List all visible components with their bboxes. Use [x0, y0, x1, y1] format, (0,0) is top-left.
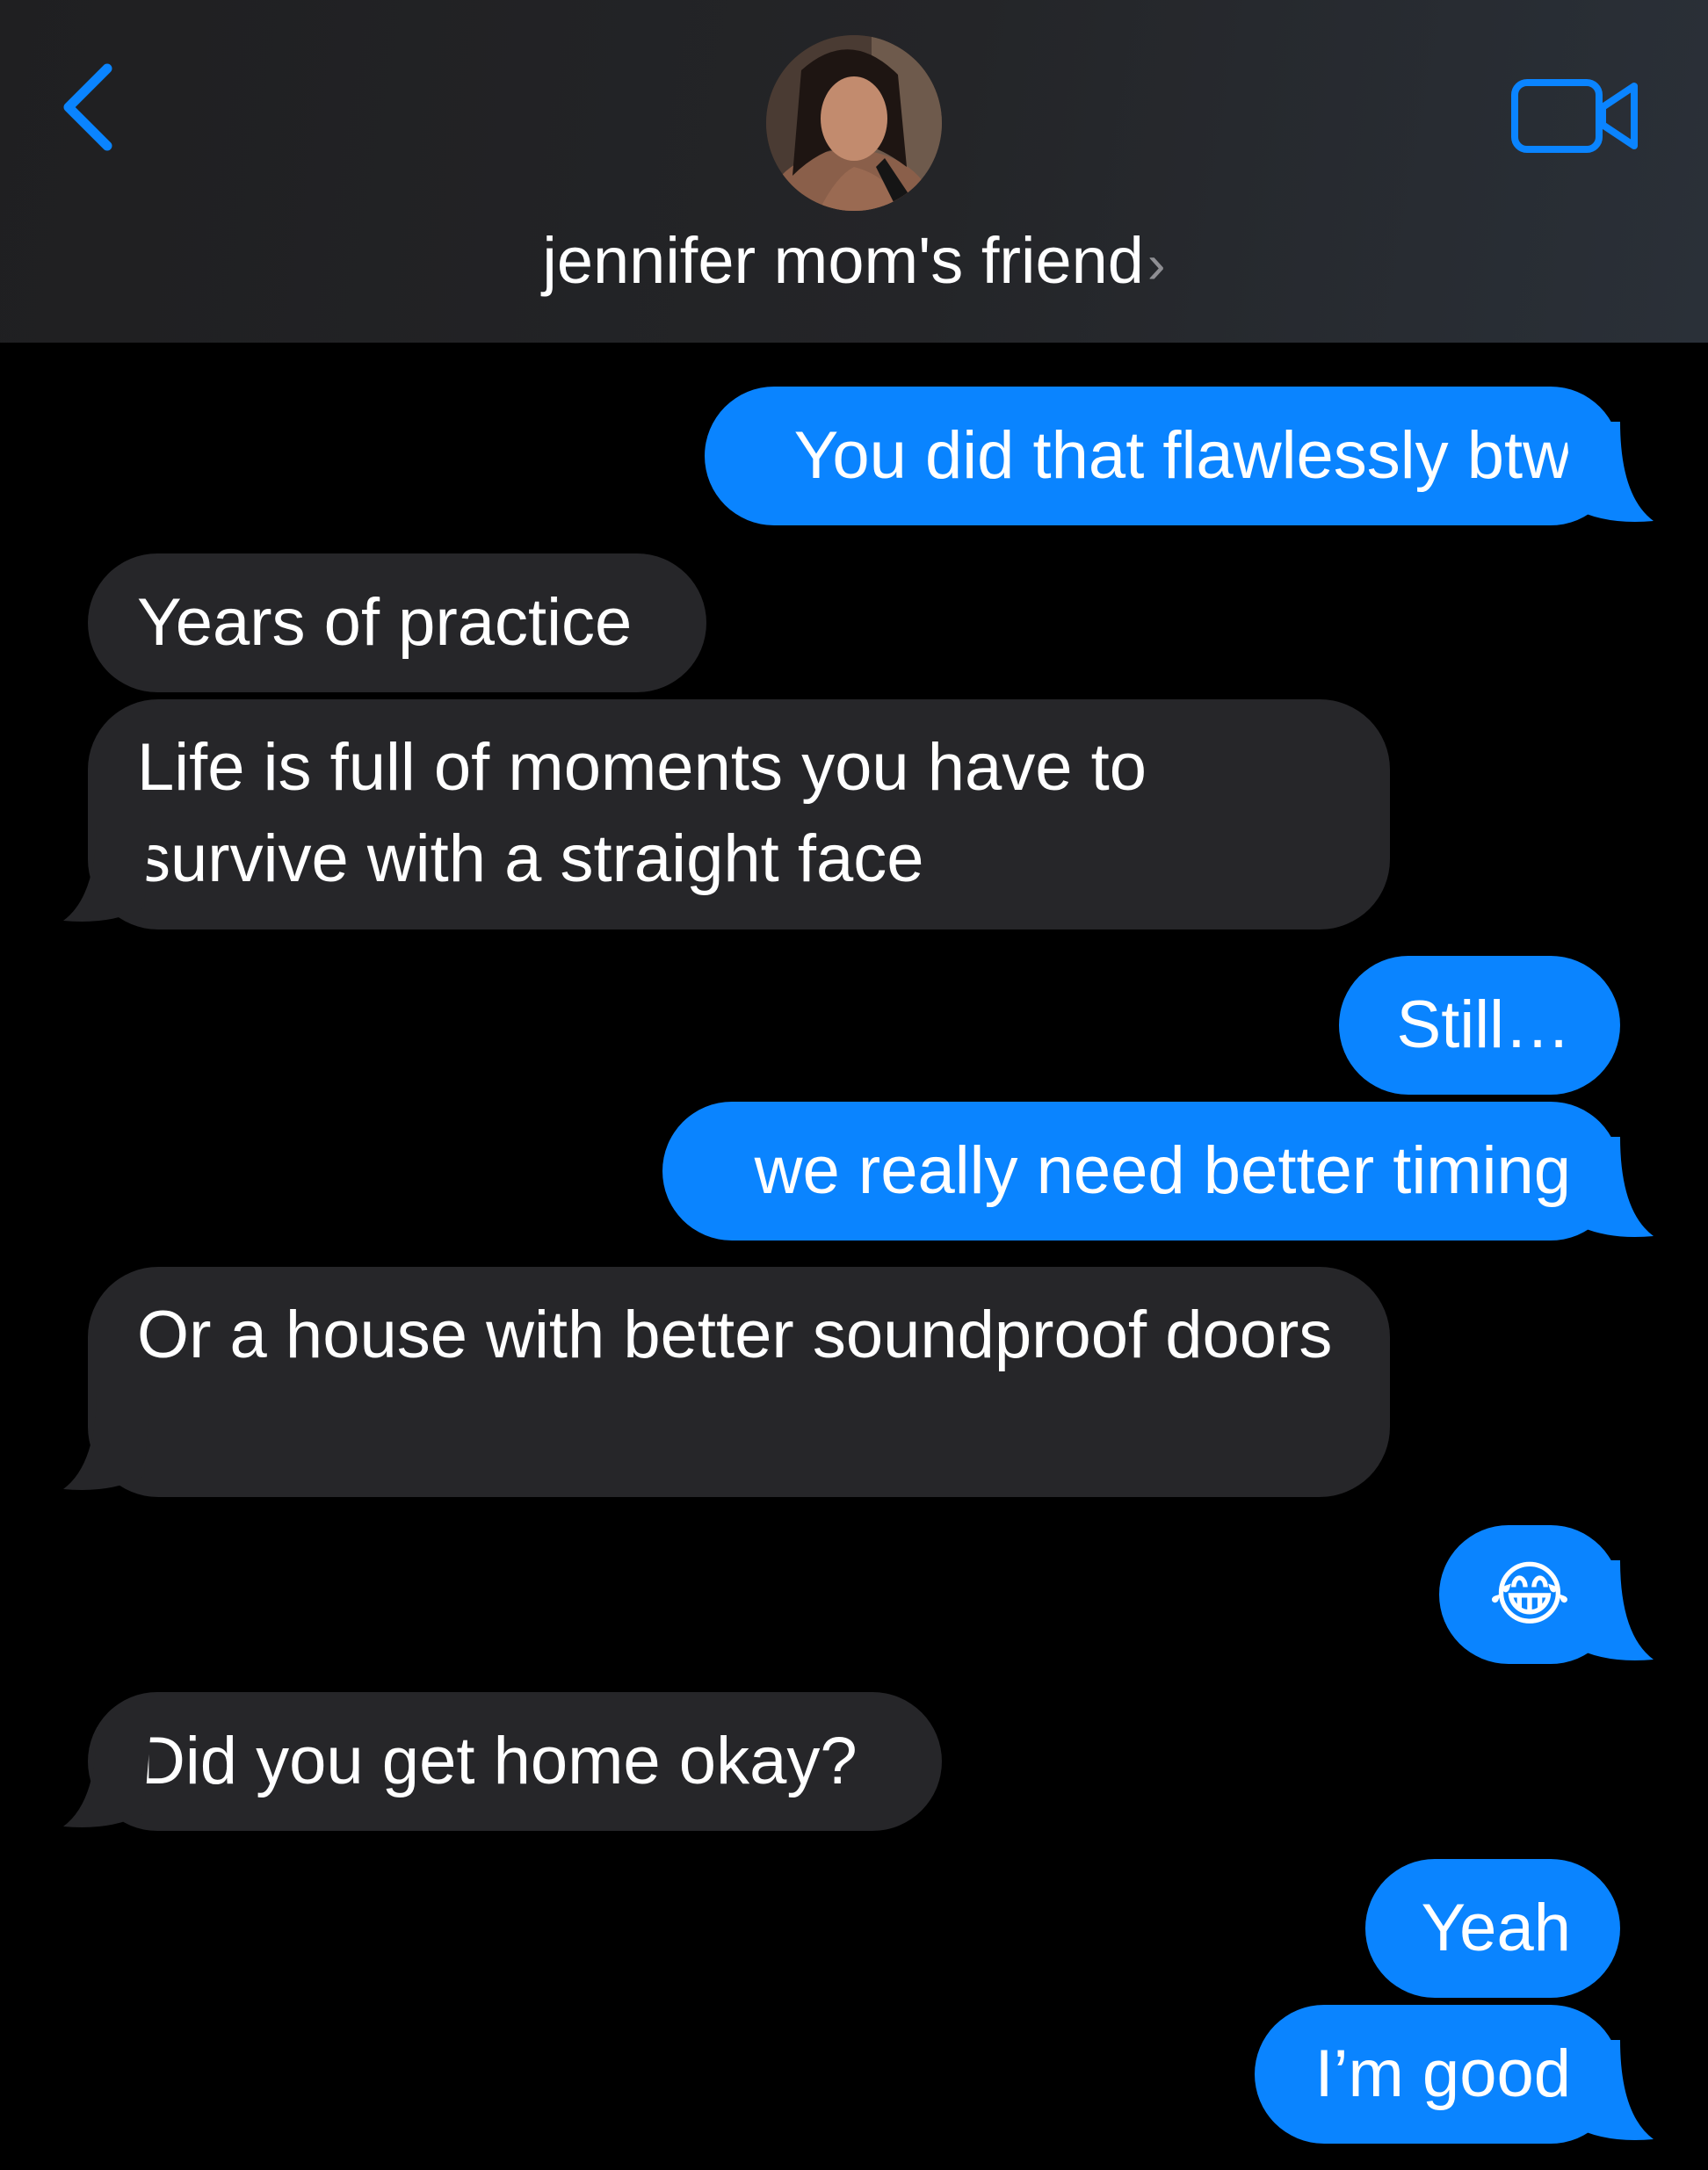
message-text: Or a house with better soundproof doors: [137, 1298, 1333, 1372]
message-text: Yeah: [1421, 1891, 1571, 1965]
incoming-message[interactable]: Did you get home okay?: [88, 1692, 942, 1831]
outgoing-bubble-tail: [1566, 2040, 1654, 2140]
incoming-message[interactable]: Or a house with better soundproof doors: [88, 1267, 1390, 1497]
contact-name-button[interactable]: jennifer mom's friend›: [0, 221, 1708, 305]
message-text: Did you get home okay?: [137, 1724, 858, 1798]
message-text: Life is full of moments you have to surv…: [137, 730, 1147, 896]
conversation-header: jennifer mom's friend›: [0, 0, 1708, 343]
chevron-right-icon: ›: [1147, 235, 1166, 295]
message-text: we really need better timing: [754, 1133, 1571, 1208]
message-text: Still…: [1396, 987, 1571, 1062]
outgoing-bubble-tail: [1566, 1560, 1654, 1660]
outgoing-message[interactable]: Still…: [1339, 956, 1620, 1095]
video-camera-icon: [1511, 79, 1638, 153]
outgoing-bubble-tail: [1566, 422, 1654, 522]
outgoing-message[interactable]: Yeah: [1365, 1859, 1620, 1998]
incoming-bubble-tail: [63, 821, 151, 922]
facetime-video-button[interactable]: [1509, 70, 1641, 158]
contact-name: jennifer mom's friend: [542, 224, 1144, 297]
outgoing-bubble-tail: [1566, 1137, 1654, 1237]
incoming-bubble-tail: [63, 1390, 151, 1490]
incoming-bubble-tail: [63, 1727, 151, 1827]
message-text: I’m good: [1314, 2036, 1572, 2111]
avatar-photo: [766, 35, 942, 211]
contact-avatar[interactable]: [766, 35, 942, 211]
back-button[interactable]: [53, 53, 132, 167]
incoming-message[interactable]: Years of practice: [88, 553, 706, 692]
incoming-message[interactable]: Life is full of moments you have to surv…: [88, 699, 1390, 929]
message-text: 😂: [1488, 1553, 1571, 1635]
message-text: You did that flawlessly btw: [793, 418, 1571, 493]
outgoing-message[interactable]: we really need better timing: [662, 1102, 1620, 1241]
outgoing-message[interactable]: You did that flawlessly btw: [705, 387, 1620, 525]
message-text: Years of practice: [137, 585, 633, 660]
chevron-left-icon: [63, 63, 112, 151]
